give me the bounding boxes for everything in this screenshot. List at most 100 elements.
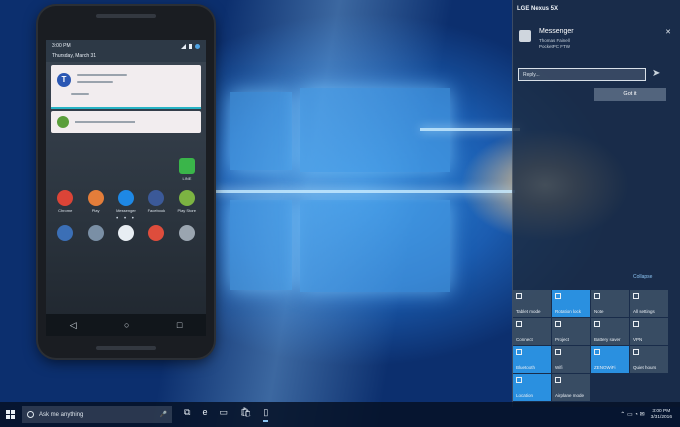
close-icon[interactable]: ✕ — [665, 28, 671, 36]
tile-icon — [594, 349, 600, 355]
tile-tablet-mode[interactable]: Tablet mode — [513, 290, 551, 317]
back-button[interactable]: ◁ — [70, 320, 77, 331]
tile-icon — [633, 293, 639, 299]
tile-icon — [516, 349, 522, 355]
app-icon-play[interactable]: Play — [83, 190, 109, 213]
wallpaper-beam — [215, 190, 515, 193]
page-indicator: • • • — [116, 216, 136, 222]
app-label: Facebook — [147, 208, 166, 213]
notification-accent-bar — [51, 107, 201, 109]
tile-label: ZENOWiFi — [594, 365, 616, 370]
tile-icon — [555, 321, 561, 327]
tile-rotation-lock[interactable]: Rotation lock — [552, 290, 590, 317]
tile-location[interactable]: Location — [513, 374, 551, 401]
app-icon-line[interactable]: LINE — [174, 158, 200, 181]
tile-icon — [594, 293, 600, 299]
tile-airplane-mode[interactable]: Airplane mode — [552, 374, 590, 401]
got-it-button[interactable]: Got it — [594, 88, 666, 101]
cortana-search-box[interactable]: Ask me anything 🎤 — [22, 406, 172, 423]
phone-notification-messenger[interactable]: T — [51, 65, 201, 109]
tile-vpn[interactable]: VPN — [630, 318, 668, 345]
wallpaper-pane — [230, 200, 292, 290]
tile-connect[interactable]: Connect — [513, 318, 551, 345]
tile-project[interactable]: Project — [552, 318, 590, 345]
clock[interactable]: 3:00 PM 3/31/2016 — [651, 409, 672, 421]
phone-status-date: Thursday, March 31 — [52, 53, 97, 59]
home-button[interactable]: ○ — [124, 320, 129, 330]
phone-notification-secondary[interactable] — [51, 111, 201, 133]
cortana-icon — [27, 411, 34, 418]
device-name: LGE Nexus 5X — [517, 6, 559, 12]
app-icon-chrome[interactable]: Chrome — [52, 190, 78, 213]
tile-note[interactable]: Note — [591, 290, 629, 317]
notification-app-icon — [57, 116, 69, 128]
app-row: Chrome Play Messenger Facebook Play Store — [46, 190, 206, 213]
app-label: Play Store — [177, 208, 196, 213]
send-icon[interactable]: ➤ — [652, 68, 660, 79]
dock-row — [46, 225, 206, 243]
dock-app-icon[interactable] — [83, 225, 109, 243]
tile-wifi[interactable]: Wifi — [552, 346, 590, 373]
start-button[interactable] — [0, 402, 22, 427]
tile-battery-saver[interactable]: Battery saver — [591, 318, 629, 345]
app-icon-graphic — [117, 225, 134, 241]
tray-icons[interactable]: ⌃ ▭ ◔ ✉ — [620, 411, 644, 418]
reply-input[interactable]: Reply... — [518, 68, 646, 81]
message-notification[interactable]: Messenger Thomas Fainell PocketPC FTW ✕ — [519, 28, 675, 66]
message-sender: Thomas Fainell — [539, 38, 570, 43]
phone-speaker — [96, 14, 156, 18]
tile-label: Location — [516, 393, 534, 398]
tile-label: VPN — [633, 337, 643, 342]
app-label: LINE — [182, 176, 192, 181]
task-view-icon[interactable]: ⧉ — [184, 407, 190, 422]
notification-text-line — [77, 81, 113, 83]
file-explorer-icon[interactable]: ▭ — [219, 407, 228, 422]
clock-time: 3:00 PM — [652, 408, 671, 414]
quick-action-tiles: Tablet mode Rotation lock Note All settings… — [513, 290, 669, 401]
home-screen-apps: Chrome Play Messenger Facebook Play Store • … — [46, 190, 206, 243]
recents-button[interactable]: □ — [177, 320, 182, 330]
notification-text-line — [71, 93, 89, 95]
tile-label: Rotation lock — [555, 309, 582, 314]
windows-logo-icon — [6, 409, 16, 420]
tile-label: Connect — [516, 337, 533, 342]
app-label: Chrome — [58, 208, 73, 213]
dock-app-icon[interactable] — [113, 225, 139, 243]
account-icon[interactable] — [195, 43, 200, 49]
collapse-link[interactable]: Collapse — [633, 274, 652, 280]
tile-bluetooth[interactable]: Bluetooth — [513, 346, 551, 373]
tile-label: Tablet mode — [516, 309, 541, 314]
dock-app-icon[interactable] — [143, 225, 169, 243]
dock-app-icon[interactable] — [174, 225, 200, 243]
search-placeholder: Ask me anything — [39, 411, 84, 418]
app-icon-messenger[interactable]: Messenger — [113, 190, 139, 213]
signal-icon — [181, 43, 186, 49]
taskbar: Ask me anything 🎤 ⧉ e ▭ 🛍 ▯ ⌃ ▭ ◔ ✉ 3:00 PM … — [0, 402, 680, 427]
phone-device: 3:00 PM Thursday, March 31 T LINE Chrome… — [38, 6, 214, 358]
app-icon-graphic — [117, 190, 134, 206]
notification-text-line — [77, 74, 127, 76]
line-icon — [179, 158, 195, 174]
system-tray: ⌃ ▭ ◔ ✉ 3:00 PM 3/31/2016 — [620, 409, 680, 421]
microphone-icon[interactable]: 🎤 — [160, 411, 167, 418]
edge-icon[interactable]: e — [202, 407, 207, 422]
store-icon[interactable]: 🛍 — [240, 407, 251, 422]
tile-icon — [516, 293, 522, 299]
messenger-icon — [519, 30, 531, 42]
tile-label: Airplane mode — [555, 393, 585, 398]
app-icon-facebook[interactable]: Facebook — [143, 190, 169, 213]
wallpaper-pane — [230, 92, 292, 170]
wallpaper-beam — [420, 128, 520, 131]
app-icon-play-store[interactable]: Play Store — [174, 190, 200, 213]
tile-quiet-hours[interactable]: Quiet hours — [630, 346, 668, 373]
phone-screen: 3:00 PM Thursday, March 31 T LINE Chrome… — [46, 40, 206, 336]
dock-app-icon[interactable] — [52, 225, 78, 243]
phone-app-icon[interactable]: ▯ — [263, 407, 269, 422]
app-icon-graphic — [148, 190, 165, 206]
app-label: Messenger — [116, 208, 136, 213]
tile-icon — [633, 321, 639, 327]
app-icon-graphic — [178, 225, 195, 241]
tile-all-settings[interactable]: All settings — [630, 290, 668, 317]
tile-zenowifi[interactable]: ZENOWiFi — [591, 346, 629, 373]
message-app-name: Messenger — [539, 28, 574, 35]
